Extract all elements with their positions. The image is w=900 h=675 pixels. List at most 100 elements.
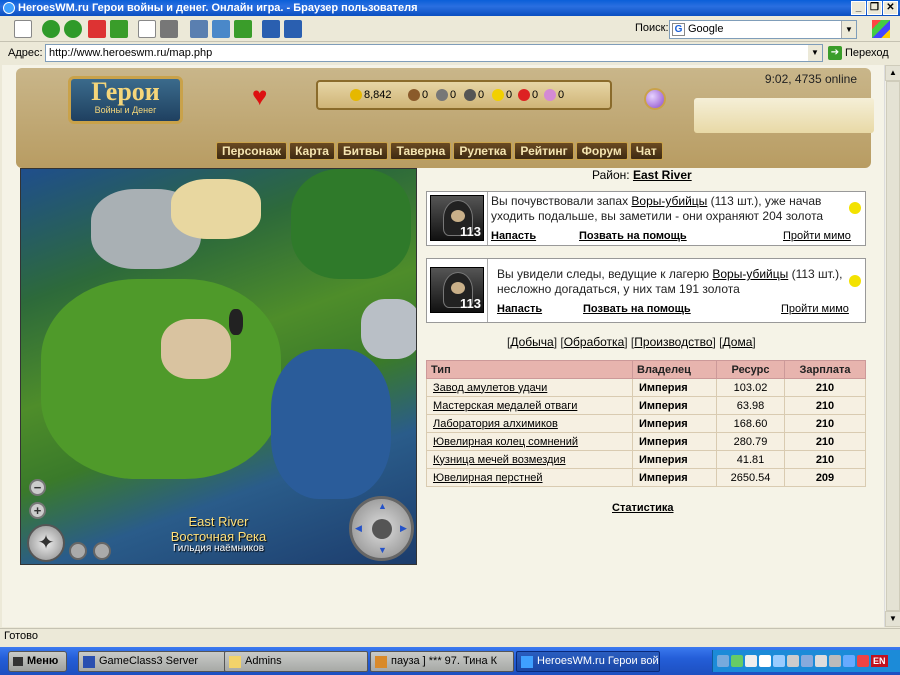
new-page-icon[interactable]: [14, 20, 32, 38]
nav-rating[interactable]: Рейтинг: [514, 142, 574, 160]
facility-link[interactable]: Завод амулетов удачи: [433, 382, 547, 394]
zoom-out-button[interactable]: −: [29, 479, 46, 496]
taskbar-item[interactable]: Admins: [224, 651, 368, 672]
table-row: Ювелирная колец сомнений Империя 280.79 210: [426, 432, 866, 451]
thief-portrait[interactable]: 113: [430, 267, 484, 313]
back-icon[interactable]: [42, 20, 60, 38]
attack-link[interactable]: Напасть: [497, 303, 542, 315]
dpad-center[interactable]: [372, 519, 392, 539]
map-town[interactable]: [361, 299, 416, 359]
pass-by-link[interactable]: Пройти мимо: [781, 303, 849, 315]
thief-portrait[interactable]: 113: [430, 195, 484, 241]
map-river: [271, 349, 391, 499]
taskbar-item-active[interactable]: HeroesWM.ru Герои вой: [516, 651, 660, 672]
call-help-link[interactable]: Позвать на помощь: [583, 303, 691, 315]
encounter-text-part: Вы почувствовали запах: [491, 194, 632, 208]
go-button[interactable]: ➔ Переход: [828, 46, 889, 60]
tab-production[interactable]: Производство: [634, 335, 712, 349]
tray-icon[interactable]: [815, 655, 827, 667]
direction-pad[interactable]: ▲ ▼ ◀ ▶: [349, 496, 414, 561]
arrow-down-icon[interactable]: ▼: [378, 545, 387, 555]
map-forest: [291, 169, 411, 279]
taskbar-item-label: GameClass3 Server: [99, 655, 199, 667]
print-icon[interactable]: [160, 20, 178, 38]
tray-icon[interactable]: [731, 655, 743, 667]
tray-icon[interactable]: [773, 655, 785, 667]
tab-processing[interactable]: Обработка: [564, 335, 625, 349]
resource-ore: 0: [436, 89, 456, 101]
nav-tavern[interactable]: Таверна: [390, 142, 452, 160]
mercury-icon: [464, 89, 476, 101]
tray-icon[interactable]: [745, 655, 757, 667]
scroll-thumb[interactable]: [886, 81, 900, 611]
statistics-link[interactable]: Статистика: [612, 502, 674, 514]
world-map[interactable]: − + ✦ East River Восточная Река Гильдия …: [20, 168, 417, 565]
nav-forum[interactable]: Форум: [575, 142, 628, 160]
nav-battles[interactable]: Битвы: [336, 142, 389, 160]
facility-link[interactable]: Ювелирная колец сомнений: [433, 436, 578, 448]
vertical-scrollbar[interactable]: ▲ ▼: [884, 65, 900, 627]
tray-icon[interactable]: [787, 655, 799, 667]
start-button[interactable]: Меню: [8, 651, 67, 672]
map-castle[interactable]: [161, 319, 231, 379]
close-button[interactable]: ✕: [883, 1, 898, 15]
nav-roulette[interactable]: Рулетка: [453, 142, 513, 160]
tray-icon[interactable]: [843, 655, 855, 667]
arrow-left-icon[interactable]: ◀: [355, 523, 362, 534]
scroll-up-icon[interactable]: ▲: [885, 65, 900, 81]
browser-app-icon: [3, 2, 15, 14]
image-icon[interactable]: [190, 20, 208, 38]
save-icon[interactable]: [262, 20, 280, 38]
facility-link[interactable]: Кузница мечей возмездия: [433, 454, 566, 466]
forward-icon[interactable]: [64, 20, 82, 38]
arrow-up-icon[interactable]: ▲: [378, 501, 387, 511]
resource-bar: 8,842 0 0 0 0 0 0: [316, 80, 612, 110]
facility-link[interactable]: Мастерская медалей отваги: [433, 400, 577, 412]
tab-mining[interactable]: Добыча: [510, 335, 553, 349]
chevron-down-icon[interactable]: ▼: [841, 21, 856, 38]
start-label: Меню: [27, 655, 59, 667]
tray-icon[interactable]: [759, 655, 771, 667]
attack-link[interactable]: Напасть: [491, 230, 536, 242]
salary-cell: 210: [784, 432, 866, 451]
save-all-icon[interactable]: [284, 20, 302, 38]
chevron-down-icon[interactable]: ▼: [808, 45, 822, 61]
tray-icon[interactable]: [829, 655, 841, 667]
taskbar-item[interactable]: GameClass3 Server: [78, 651, 226, 672]
folder-icon: [229, 656, 241, 668]
facility-link[interactable]: Ювелирная перстней: [433, 472, 543, 484]
nav-chat[interactable]: Чат: [629, 142, 663, 160]
call-help-link[interactable]: Позвать на помощь: [579, 230, 687, 242]
facility-link[interactable]: Лаборатория алхимиков: [433, 418, 558, 430]
font-size-icon[interactable]: [212, 20, 230, 38]
tray-icon[interactable]: [857, 655, 869, 667]
owner-cell: Империя: [632, 432, 717, 451]
stop-icon[interactable]: [88, 20, 106, 38]
scroll-down-icon[interactable]: ▼: [885, 611, 900, 627]
taskbar-item[interactable]: пауза ] *** 97. Тина К: [370, 651, 514, 672]
search-engine-select[interactable]: G Google ▼: [669, 20, 857, 39]
game-logo[interactable]: Герои Войны и Денег: [68, 76, 183, 124]
logo-subtitle: Войны и Денег: [94, 105, 157, 115]
tray-icon[interactable]: [717, 655, 729, 667]
refresh-icon[interactable]: [110, 20, 128, 38]
restore-button[interactable]: ❐: [867, 1, 882, 15]
creature-link[interactable]: Воры-убийцы: [712, 267, 788, 281]
district-link[interactable]: East River: [633, 168, 692, 182]
address-input[interactable]: http://www.heroeswm.ru/map.php ▼: [45, 44, 823, 62]
language-indicator[interactable]: EN: [871, 655, 888, 667]
encounter-card: 113 Вы увидели следы, ведущие к лагерю В…: [426, 258, 866, 323]
creature-link[interactable]: Воры-убийцы: [631, 194, 707, 208]
nav-map[interactable]: Карта: [289, 142, 335, 160]
page-viewport: Герои Войны и Денег ♥ 8,842 0 0 0 0 0 0 …: [2, 65, 884, 627]
minimize-button[interactable]: _: [851, 1, 866, 15]
arrow-right-icon[interactable]: ▶: [400, 523, 407, 534]
tab-houses[interactable]: Дома: [723, 335, 753, 349]
tool-icon[interactable]: [234, 20, 252, 38]
health-heart-icon: ♥: [252, 81, 268, 111]
tray-icon[interactable]: [801, 655, 813, 667]
pass-by-link[interactable]: Пройти мимо: [783, 230, 851, 242]
resource-crystal: 0: [518, 89, 538, 101]
print-preview-icon[interactable]: [138, 20, 156, 38]
nav-character[interactable]: Персонаж: [216, 142, 288, 160]
